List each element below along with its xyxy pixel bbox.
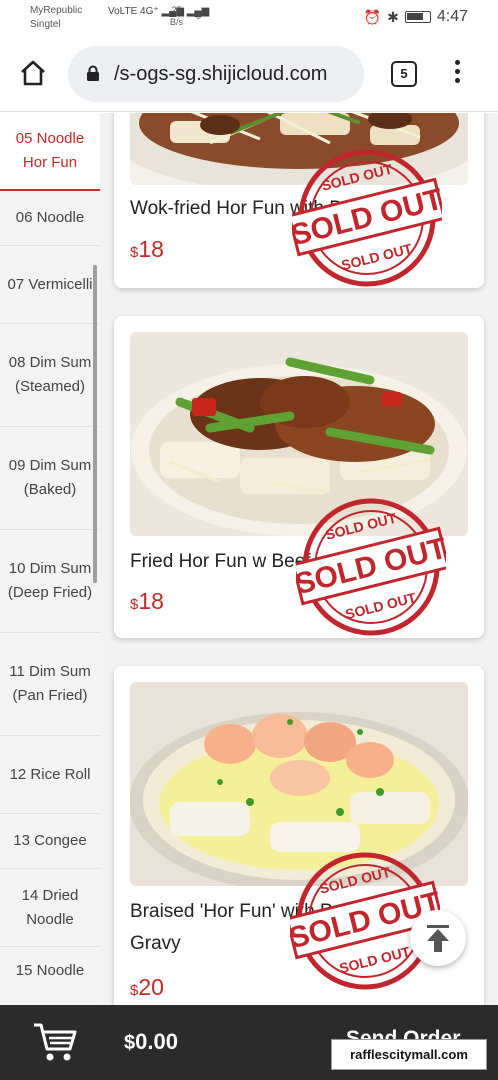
dish-price: $18 (130, 236, 164, 263)
sidebar-scrollbar[interactable] (93, 265, 97, 583)
carrier-primary: MyRepublic (30, 5, 83, 16)
currency-symbol: $ (124, 1032, 136, 1054)
category-item-15-noodle[interactable]: 15 Noodle (0, 947, 100, 1005)
battery-icon (404, 11, 431, 23)
category-label: 12 Rice Roll (9, 765, 91, 783)
cart-icon[interactable] (32, 1021, 78, 1063)
category-label: 13 Congee (13, 832, 87, 849)
network-speed: 25 B/s (170, 4, 183, 28)
sold-out-stamp: SOLD OUT SOLD OUT SOLD OUT (292, 149, 442, 287)
category-sidebar[interactable]: 05 Noodle Hor Fun 06 Noodle 07 Vermicell… (0, 113, 100, 1005)
menu-list[interactable]: Wok-fried Hor Fun with Beef $18 SOLD OUT… (100, 113, 498, 1005)
category-item-14-dried-noodle[interactable]: 14 Dried Noodle (0, 869, 100, 947)
carrier-info: MyRepublic Singtel (30, 4, 82, 32)
price-value: 18 (138, 236, 164, 262)
menu-item-card[interactable]: Wok-fried Hor Fun with Beef $18 SOLD OUT… (114, 113, 484, 288)
home-icon (21, 60, 45, 86)
alarm-icon: ⏰ (363, 8, 382, 25)
sold-out-label: SOLD OUT (292, 183, 442, 253)
sold-out-small-bottom: SOLD OUT (340, 240, 414, 273)
browser-toolbar: /s-ogs-sg.shijicloud.com 5 (0, 36, 498, 112)
category-label: 08 Dim Sum (Steamed) (8, 354, 92, 395)
category-item-12-rice-roll[interactable]: 12 Rice Roll (0, 736, 100, 814)
category-label: 07 Vermicelli (7, 275, 93, 293)
category-item-07-vermicelli[interactable]: 07 Vermicelli (0, 246, 100, 324)
url-text: /s-ogs-sg.shijicloud.com (114, 63, 328, 85)
lock-icon (87, 65, 99, 81)
network-speed-unit: B/s (170, 17, 184, 27)
category-label: 06 Noodle (15, 209, 85, 226)
back-to-top-button[interactable] (410, 910, 466, 966)
shield-icon: ⛨ (194, 8, 204, 22)
category-item-11-dim-sum-pan-fried[interactable]: 11 Dim Sum (Pan Fried) (0, 633, 100, 736)
category-item-05-noodle-hor-fun[interactable]: 05 Noodle Hor Fun (0, 113, 100, 191)
status-right: ⏰ ✱ 4:47 (364, 8, 468, 26)
dish-price: $18 (130, 588, 164, 615)
bluetooth-icon: ✱ (387, 8, 399, 25)
sold-out-small-bottom: SOLD OUT (344, 589, 418, 622)
price-value: 18 (138, 588, 164, 614)
category-label: 10 Dim Sum (Deep Fried) (7, 560, 93, 601)
category-item-10-dim-sum-deep-fried[interactable]: 10 Dim Sum (Deep Fried) (0, 530, 100, 633)
sold-out-label: SOLD OUT (296, 532, 446, 602)
price-value: 20 (138, 974, 164, 1000)
carrier-secondary: Singtel (30, 19, 61, 30)
menu-item-card[interactable]: Fried Hor Fun w Beef $18 SOLD OUT SOLD O… (114, 316, 484, 638)
sold-out-stamp: SOLD OUT SOLD OUT SOLD OUT (296, 498, 446, 636)
dish-price: $20 (130, 974, 164, 1001)
home-button[interactable] (18, 58, 48, 88)
category-item-09-dim-sum-baked[interactable]: 09 Dim Sum (Baked) (0, 427, 100, 530)
arrow-up-icon (427, 925, 449, 952)
sold-out-small-bottom: SOLD OUT (338, 943, 412, 976)
cart-total-value: 0.00 (135, 1029, 178, 1054)
watermark: rafflescitymall.com (331, 1039, 487, 1070)
clock: 4:47 (436, 8, 468, 25)
category-label: 05 Noodle Hor Fun (15, 130, 85, 171)
category-label: 09 Dim Sum (Baked) (8, 457, 92, 498)
cart-total: $0.00 (124, 1029, 178, 1055)
more-vert-icon[interactable] (452, 60, 462, 88)
category-label: 11 Dim Sum (Pan Fried) (9, 663, 91, 704)
category-item-06-noodle[interactable]: 06 Noodle (0, 191, 100, 246)
category-label: 15 Noodle (15, 962, 85, 979)
category-item-08-dim-sum-steamed[interactable]: 08 Dim Sum (Steamed) (0, 324, 100, 427)
network-speed-value: 25 (171, 5, 182, 15)
status-bar: MyRepublic Singtel VoLTE 4G⁺ ▂▄▆ ▂▄▆ 25 … (0, 0, 498, 36)
address-bar[interactable]: /s-ogs-sg.shijicloud.com (68, 46, 364, 102)
category-label: 14 Dried Noodle (21, 886, 79, 928)
tab-switcher-button[interactable]: 5 (391, 61, 417, 87)
category-item-13-congee[interactable]: 13 Congee (0, 814, 100, 869)
